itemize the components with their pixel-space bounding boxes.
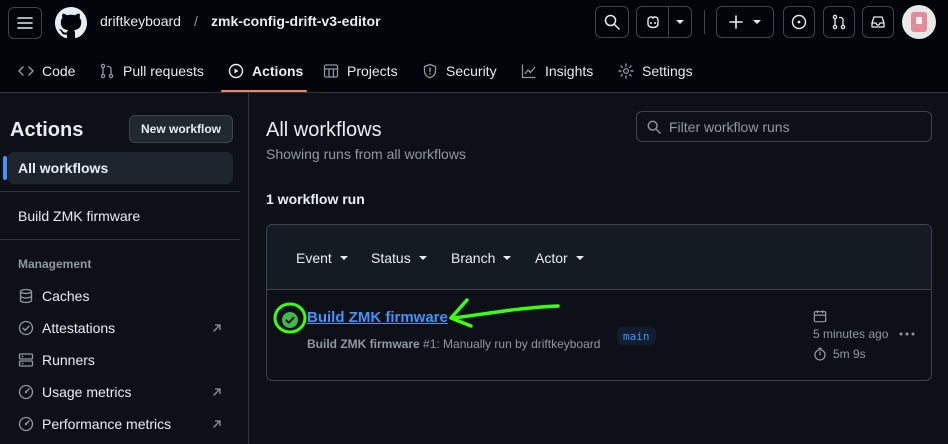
inbox-button[interactable] [862,6,894,38]
chevron-down-icon [503,256,512,260]
sidebar-item-performance-metrics[interactable]: Performance metrics [18,416,171,432]
pull-request-icon [100,63,114,79]
chevron-down-icon [339,256,348,260]
play-icon [228,63,244,79]
kebab-menu-button[interactable] [898,326,916,342]
menu-button[interactable] [8,7,42,39]
tab-actions[interactable]: Actions [228,60,303,82]
breadcrumb-repo[interactable]: zmk-config-drift-v3-editor [211,13,381,29]
sidebar-item-performance-metrics-label: Performance metrics [42,416,172,432]
external-link-icon [213,324,221,332]
sidebar-heading-management: Management [18,257,92,271]
hamburger-icon [17,17,33,29]
filter-placeholder: Filter workflow runs [669,119,790,135]
branch-badge[interactable]: main [617,327,656,345]
sidebar-item-usage-metrics[interactable]: Usage metrics [18,384,131,400]
sidebar-item-attestations[interactable]: Attestations [18,320,115,336]
table-icon [323,64,339,78]
tab-code-label: Code [42,63,76,79]
github-logo-icon[interactable] [55,7,87,39]
gear-icon [618,63,634,79]
tab-pull-requests[interactable]: Pull requests [99,60,204,82]
tab-insights-label: Insights [545,63,594,79]
sidebar-item-runners-label: Runners [42,352,95,368]
new-workflow-button[interactable]: New workflow [129,115,233,143]
chevron-down-icon [753,20,761,24]
stopwatch-icon [814,347,826,361]
runs-filter-bar: Event Status Branch Actor [267,225,931,290]
actor-filter-button[interactable]: Actor [535,250,584,266]
sidebar-item-caches-label: Caches [42,288,90,304]
sidebar-item-usage-metrics-label: Usage metrics [42,384,132,400]
plus-icon [729,15,743,29]
external-link-icon [213,420,221,428]
breadcrumb-owner[interactable]: driftkeyboard [100,13,181,29]
tab-code[interactable]: Code [18,60,75,82]
tab-pull-requests-label: Pull requests [123,63,204,79]
run-count: 1 workflow run [266,191,365,207]
active-tab-indicator [221,90,307,92]
sidebar-divider [0,239,240,240]
tab-security-label: Security [446,63,497,79]
meter-icon [18,416,34,432]
branch-filter-button[interactable]: Branch [451,250,512,266]
external-link-icon [213,388,221,396]
pull-request-icon [832,14,846,30]
shield-icon [423,63,437,79]
sidebar-item-all-workflows-label[interactable]: All workflows [18,160,108,176]
copilot-icon [646,16,659,29]
filter-workflow-runs-input[interactable]: Filter workflow runs [636,111,932,142]
sidebar-item-runners[interactable]: Runners [18,352,95,368]
event-filter-label: Event [296,250,332,266]
chevron-down-icon [669,20,691,24]
search-icon [604,14,620,30]
sidebar-divider [0,191,240,192]
selected-indicator [3,156,7,180]
create-new-button[interactable] [716,6,774,38]
chevron-down-icon [418,256,427,260]
sidebar-item-attestations-label: Attestations [42,320,116,336]
issues-button[interactable] [783,6,815,38]
status-filter-button[interactable]: Status [371,250,427,266]
tab-projects-label: Projects [347,63,398,79]
avatar[interactable] [902,5,936,39]
graph-icon [521,64,536,79]
page-subtitle: Showing runs from all workflows [266,146,466,162]
tab-settings-label: Settings [642,63,693,79]
run-duration: 5m 9s [813,347,866,361]
inbox-icon [871,16,885,28]
actor-filter-label: Actor [535,250,568,266]
run-time-ago: 5 minutes ago [813,327,889,341]
tab-actions-label: Actions [252,63,304,79]
tab-security[interactable]: Security [422,60,497,82]
chevron-down-icon [575,256,584,260]
verified-icon [18,320,34,336]
calendar-icon [813,309,827,323]
copilot-button[interactable] [636,6,692,38]
sidebar-title: Actions [10,119,84,141]
event-filter-button[interactable]: Event [296,250,348,266]
tab-projects[interactable]: Projects [323,60,398,82]
tab-insights[interactable]: Insights [521,60,593,82]
run-duration-label: 5m 9s [833,347,866,361]
sidebar-item-build-zmk-firmware[interactable]: Build ZMK firmware [18,208,140,224]
search-icon [647,120,661,134]
server-icon [18,353,34,367]
page-title: All workflows [266,119,382,141]
database-icon [19,288,33,304]
meter-icon [18,384,34,400]
sidebar-item-caches[interactable]: Caches [18,288,89,304]
issue-icon [791,14,807,30]
app-header: driftkeyboard / zmk-config-drift-v3-edit… [0,0,948,93]
branch-filter-label: Branch [451,250,496,266]
kebab-horizontal-icon [899,332,915,336]
pull-requests-button[interactable] [823,6,855,38]
search-button[interactable] [595,6,629,38]
header-divider [704,10,705,34]
annotation-arrow-icon [273,298,560,334]
tab-settings[interactable]: Settings [618,60,693,82]
code-icon [18,66,34,76]
status-filter-label: Status [371,250,411,266]
breadcrumb-separator: / [194,13,198,29]
